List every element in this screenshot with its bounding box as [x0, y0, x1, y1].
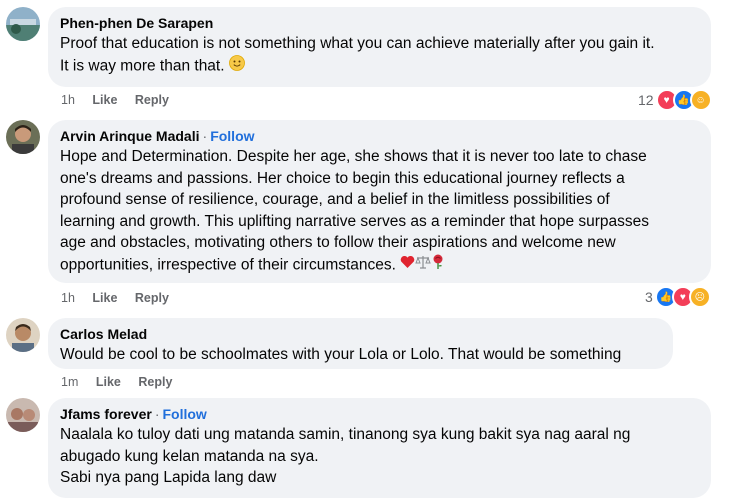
avatar[interactable]	[6, 7, 40, 41]
reaction-summary[interactable]: 3 👍 ♥ ☹	[645, 286, 711, 308]
comment-text: Would be cool to be schoolmates with you…	[60, 346, 622, 363]
care-reaction-icon: ☺	[689, 89, 712, 111]
comment-bubble: Phen-phen De Sarapen Proof that educatio…	[48, 7, 711, 87]
comment-actions: 1h Like Reply	[61, 92, 183, 108]
rose-icon	[431, 254, 445, 277]
balance-scale-icon	[415, 254, 432, 277]
comment-author[interactable]: Jfams forever	[60, 406, 152, 422]
comment-header: Jfams forever · Follow	[60, 406, 699, 423]
comment-author[interactable]: Carlos Melad	[60, 326, 661, 343]
avatar[interactable]	[6, 120, 40, 154]
comment-bubble: Arvin Arinque Madali · Follow Hope and Det…	[48, 120, 711, 283]
comment-timestamp[interactable]: 1h	[61, 291, 75, 305]
reply-button[interactable]: Reply	[138, 375, 172, 389]
comment-author[interactable]: Phen-phen De Sarapen	[60, 15, 699, 32]
avatar[interactable]	[6, 398, 40, 432]
like-button[interactable]: Like	[92, 291, 117, 305]
comment-bubble: Carlos Melad Would be cool to be schoolm…	[48, 318, 673, 369]
comment-header: Arvin Arinque Madali · Follow	[60, 128, 699, 145]
avatar[interactable]	[6, 318, 40, 352]
like-button[interactable]: Like	[96, 375, 121, 389]
separator-dot: ·	[154, 406, 160, 422]
comment-bubble: Jfams forever · Follow Naalala ko tuloy da…	[48, 398, 711, 498]
sad-reaction-icon: ☹	[688, 286, 711, 308]
comment-actions: 1h Like Reply	[61, 290, 183, 306]
comment-timestamp[interactable]: 1h	[61, 93, 75, 107]
reaction-count: 3	[645, 289, 653, 305]
reaction-summary[interactable]: 12 ♥ 👍 ☺	[638, 89, 712, 111]
separator-dot: ·	[202, 128, 208, 144]
slightly-smiling-face-icon	[228, 54, 245, 78]
follow-button[interactable]: Follow	[210, 128, 254, 144]
comment-text: Naalala ko tuloy dati ung matanda samin,…	[60, 426, 631, 486]
reaction-count: 12	[638, 92, 654, 108]
comment-timestamp[interactable]: 1m	[61, 375, 78, 389]
comment-author[interactable]: Arvin Arinque Madali	[60, 128, 200, 144]
red-heart-icon	[400, 254, 415, 276]
follow-button[interactable]: Follow	[163, 406, 207, 422]
reply-button[interactable]: Reply	[135, 93, 169, 107]
comment-text: Hope and Determination. Despite her age,…	[60, 146, 699, 276]
reply-button[interactable]: Reply	[135, 291, 169, 305]
comment-text: Proof that education is not something wh…	[60, 33, 699, 77]
comment-actions: 1m Like Reply	[61, 374, 186, 390]
like-button[interactable]: Like	[92, 93, 117, 107]
